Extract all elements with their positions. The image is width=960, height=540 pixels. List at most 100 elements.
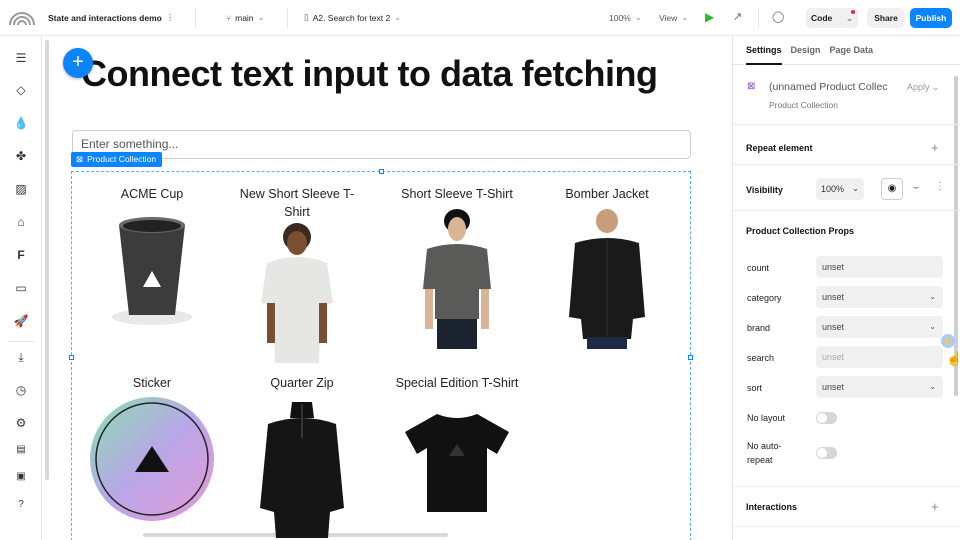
publish-button[interactable]: Publish	[910, 8, 952, 28]
tab-page-data[interactable]: Page Data	[830, 45, 874, 55]
components-icon[interactable]: ✤	[13, 148, 29, 164]
prop-search-input[interactable]: unset	[816, 346, 943, 368]
share-button[interactable]: Share	[867, 8, 905, 28]
product-collection-tag-label: Product Collection	[87, 154, 157, 164]
help-icon[interactable]: ?	[13, 497, 29, 513]
panel-footer	[733, 526, 960, 540]
component-type: Product Collection	[769, 100, 838, 110]
more-vertical-icon[interactable]: ⋮	[935, 181, 945, 192]
product-collection[interactable]: ACME Cup New Short Sleeve T-Shirt Short …	[69, 169, 693, 540]
chevron-down-icon: ⌄	[681, 12, 689, 22]
play-icon[interactable]: ▶	[705, 10, 714, 24]
top-bar: State and interactions demo ⋮ ⑂ main ⌄ ▯…	[0, 0, 960, 36]
pages-icon[interactable]: ▭	[13, 280, 29, 296]
styles-drop-icon[interactable]: 💧	[13, 115, 29, 131]
visibility-select[interactable]: 100% ⌄	[816, 178, 864, 200]
no-layout-toggle[interactable]	[816, 412, 837, 424]
resize-handle-top[interactable]	[379, 169, 384, 174]
prop-label-category: category	[747, 293, 782, 303]
add-repeat-icon[interactable]: +	[931, 140, 939, 155]
branch-selector[interactable]: ⑂ main ⌄	[226, 12, 265, 23]
launch-rocket-icon[interactable]: 🚀	[13, 313, 29, 329]
keyboard-icon[interactable]: ▣	[13, 469, 29, 485]
product-card[interactable]: Sticker	[77, 374, 227, 524]
zoom-selector[interactable]: 100% ⌄	[609, 12, 642, 23]
component-name[interactable]: (unnamed Product Collec	[769, 81, 893, 93]
canvas-scrollbar-vertical[interactable]	[45, 40, 49, 480]
prop-sort-select[interactable]: unset ⌄	[816, 376, 943, 398]
open-external-icon[interactable]: ↗	[733, 10, 742, 23]
product-collection-tag[interactable]: ⊠ Product Collection	[71, 152, 163, 167]
resize-handle-right[interactable]	[688, 355, 693, 360]
prop-category-select[interactable]: unset ⌄	[816, 286, 943, 308]
search-text-input[interactable]: Enter something...	[72, 130, 691, 159]
visibility-value: 100%	[821, 184, 845, 194]
plugin-icon[interactable]: ⌂	[13, 214, 29, 230]
branch-name: main	[235, 12, 254, 23]
chevron-down-icon: ⌄	[257, 12, 265, 22]
component-icon: ⊠	[76, 154, 84, 164]
product-title: Bomber Jacket	[565, 187, 649, 201]
notification-dot	[851, 10, 855, 14]
comment-icon[interactable]: ◯	[772, 10, 784, 23]
no-layout-label: No layout	[747, 413, 786, 423]
view-label: View	[659, 12, 678, 23]
prop-count-input[interactable]: unset	[816, 256, 943, 278]
product-card[interactable]: New Short Sleeve T-Shirt	[222, 185, 372, 363]
product-card[interactable]: Bomber Jacket	[532, 185, 682, 349]
page-icon: ▯	[304, 12, 309, 22]
active-tab-indicator	[746, 63, 782, 65]
code-label: Code	[811, 13, 833, 23]
tab-settings[interactable]: Settings	[746, 45, 782, 55]
page-selector[interactable]: ▯ A2. Search for text 2 ⌄	[304, 12, 401, 23]
code-button[interactable]: Code ⌄	[806, 8, 858, 28]
eye-off-icon[interactable]: ⌣	[905, 178, 927, 200]
history-icon[interactable]: ◷	[13, 382, 29, 398]
prop-brand-select[interactable]: unset ⌄	[816, 316, 943, 338]
product-card[interactable]: Quarter Zip	[227, 374, 377, 538]
prop-label-sort: sort	[747, 383, 763, 393]
visibility-heading: Visibility	[746, 185, 783, 195]
product-card[interactable]: Special Edition T-Shirt	[382, 374, 532, 518]
page-headline[interactable]: Connect text input to data fetching	[81, 53, 658, 95]
more-vertical-icon: ⋮	[165, 12, 175, 22]
chevron-down-icon: ⌄	[929, 382, 936, 391]
app-logo-icon[interactable]	[8, 9, 36, 27]
panel-tabs: Settings Design Page Data	[746, 45, 873, 55]
settings-gear-icon[interactable]: ⚙	[13, 415, 29, 431]
add-interaction-icon[interactable]: +	[931, 499, 939, 514]
product-card[interactable]: ACME Cup	[77, 185, 227, 329]
resize-handle-left[interactable]	[69, 355, 74, 360]
quarter-zip-image	[260, 402, 344, 538]
product-card[interactable]: Short Sleeve T-Shirt	[382, 185, 532, 349]
design-canvas[interactable]: Connect text input to data fetching + En…	[43, 36, 731, 540]
add-element-button[interactable]: +	[63, 48, 93, 78]
interactions-heading: Interactions	[746, 502, 798, 512]
tab-design[interactable]: Design	[791, 45, 821, 55]
download-icon[interactable]: ⤓	[13, 349, 29, 365]
project-menu[interactable]: State and interactions demo ⋮	[48, 12, 174, 23]
bomber-jacket-image	[569, 209, 645, 349]
apply-button[interactable]: Apply ⌄	[907, 82, 940, 93]
project-name: State and interactions demo	[48, 12, 162, 23]
prop-label-brand: brand	[747, 323, 771, 333]
product-title: Quarter Zip	[270, 376, 334, 390]
chevron-down-icon: ⌄	[852, 184, 859, 193]
no-auto-repeat-toggle[interactable]	[816, 447, 837, 459]
docs-icon[interactable]: ▤	[13, 442, 29, 458]
hand-cursor-icon: ☝	[946, 351, 960, 366]
chevron-down-icon: ⌄	[394, 12, 402, 22]
layers-icon[interactable]: ☰	[13, 50, 29, 66]
eye-icon[interactable]: ◉	[881, 178, 903, 200]
properties-panel: Settings Design Page Data ⊠ (unnamed Pro…	[732, 36, 960, 540]
media-icon[interactable]: ▨	[13, 181, 29, 197]
product-title: Short Sleeve T-Shirt	[401, 187, 513, 201]
product-title: Special Edition T-Shirt	[395, 376, 519, 390]
no-auto-repeat-label-line2: repeat	[747, 455, 773, 465]
fonts-icon[interactable]: F	[13, 247, 29, 263]
insert-icon[interactable]: ◇	[13, 82, 29, 98]
view-menu[interactable]: View ⌄	[659, 12, 688, 23]
lightning-bolt-icon[interactable]: ⚡	[941, 334, 955, 348]
tshirt-model-image	[423, 209, 491, 349]
chevron-down-icon: ⌄	[634, 12, 642, 22]
